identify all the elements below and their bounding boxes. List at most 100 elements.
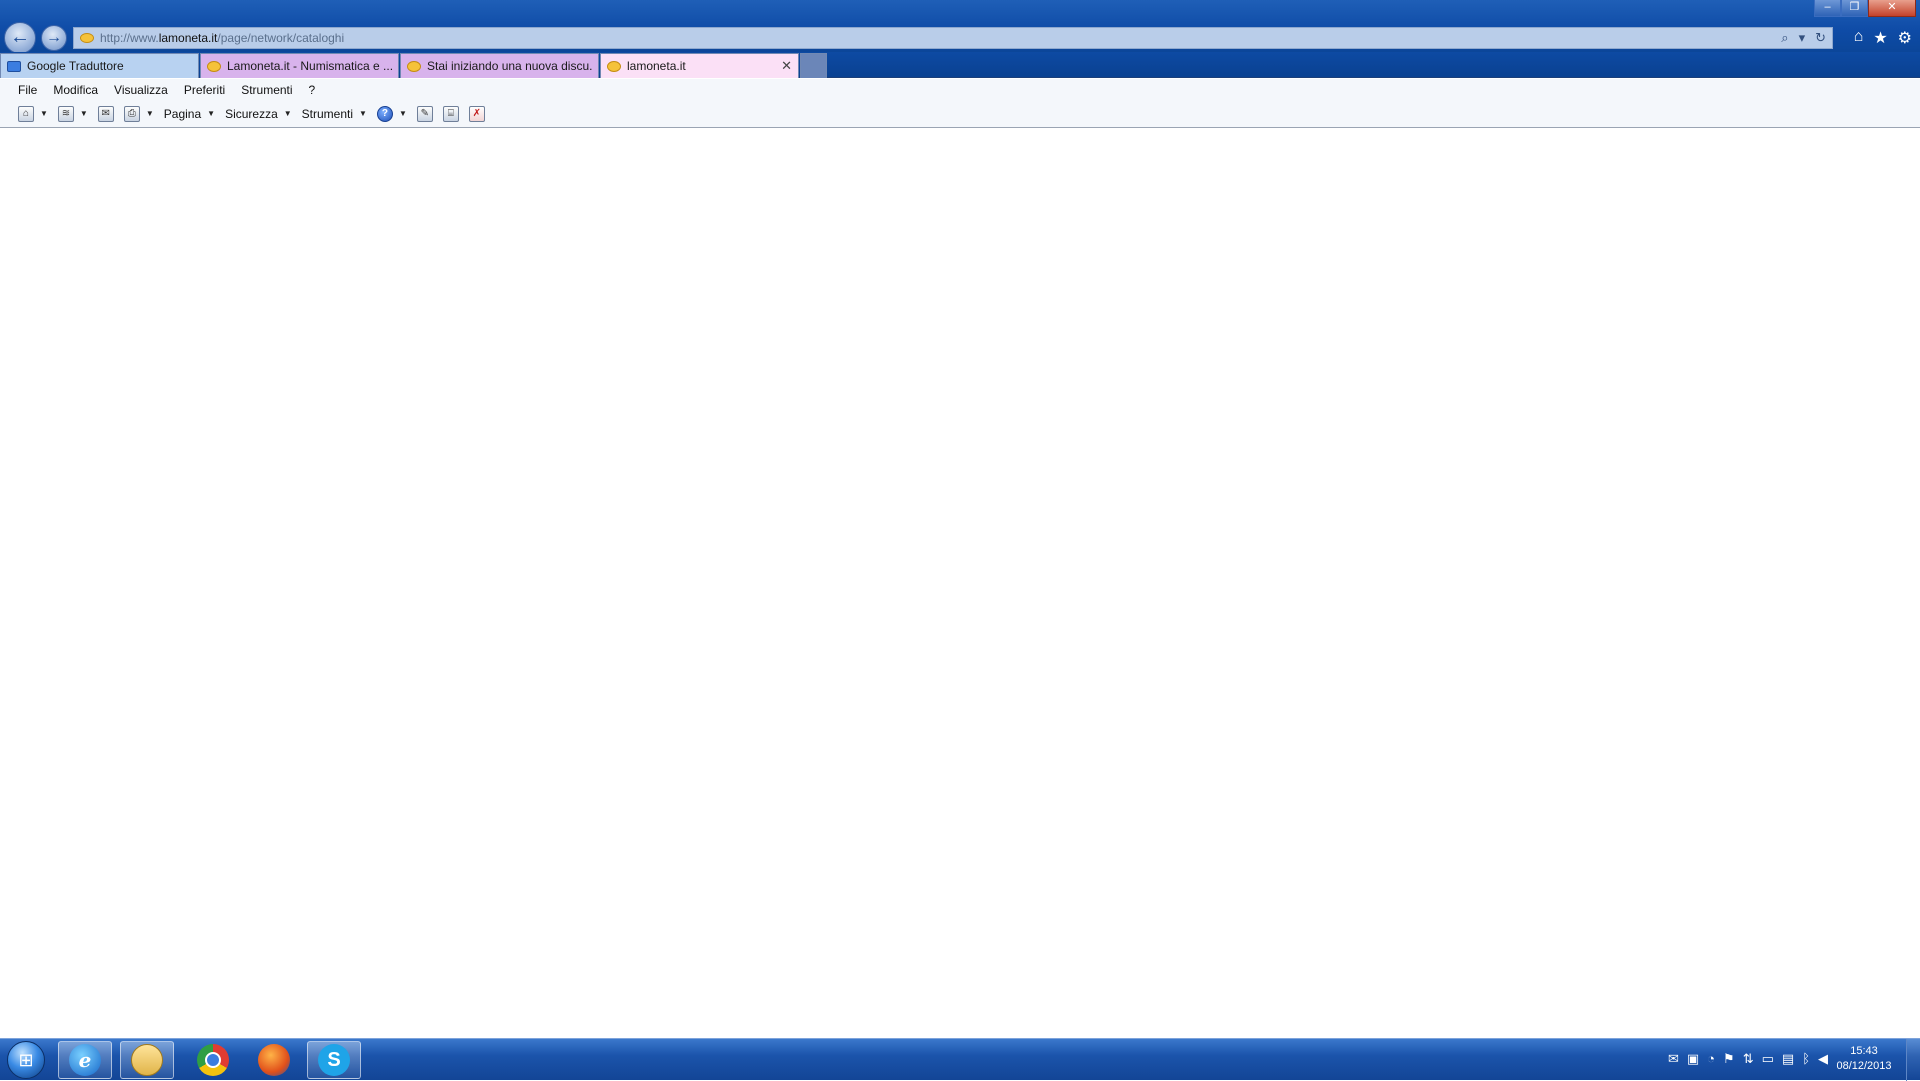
home-button[interactable]: ⌂ ▼: [18, 105, 48, 122]
chevron-down-icon: ▼: [207, 109, 216, 118]
tab-strip: Google Traduttore Lamoneta.it - Numismat…: [0, 52, 1920, 78]
settings-gear-icon[interactable]: ⚙: [1898, 28, 1912, 48]
tray-bluetooth-icon[interactable]: ᛒ: [1802, 1051, 1810, 1067]
favorites-star-icon[interactable]: ★: [1873, 28, 1887, 48]
back-button[interactable]: ←: [4, 22, 36, 54]
tab-lamoneta-numismatica[interactable]: Lamoneta.it - Numismatica e ...: [200, 53, 399, 78]
system-tray: ✉ ▣ ◔ ⚑ ⇅ ▭ ▤ ᛒ ◀: [1668, 1051, 1828, 1067]
research-icon: ✎: [416, 105, 433, 122]
url-host: lamoneta.it: [158, 31, 218, 45]
tab-lamoneta-active[interactable]: lamoneta.it ✕: [600, 53, 799, 78]
tab-label: Google Traduttore: [27, 59, 124, 73]
tray-action-center-icon[interactable]: ⚑: [1723, 1051, 1735, 1067]
windows-taskbar: ⊞ e S ✉ ▣ ◔ ⚑ ⇅ ▭ ▤ ᛒ ◀ 15:43 08/12/2013: [0, 1038, 1920, 1081]
page-content-area[interactable]: [0, 129, 1920, 1038]
chevron-down-icon: ▼: [359, 109, 367, 118]
page-menu-label: Pagina: [163, 106, 202, 121]
chevron-down-icon: ▼: [283, 109, 292, 118]
tab-label: Lamoneta.it - Numismatica e ...: [227, 59, 392, 73]
chrome-icon: [197, 1044, 229, 1076]
url-text[interactable]: http://www.lamoneta.it/page/network/cata…: [100, 31, 344, 45]
feeds-button[interactable]: ≋ ▼: [57, 105, 88, 122]
chevron-down-icon[interactable]: ▼: [399, 109, 407, 118]
tab-label: lamoneta.it: [627, 59, 686, 73]
security-menu-button[interactable]: Sicurezza ▼: [225, 107, 292, 121]
browser-toolbar-icons: ⌂ ★ ⚙: [1854, 28, 1912, 48]
skype-icon: S: [318, 1044, 350, 1076]
firefox-icon: [258, 1044, 290, 1076]
menu-bar: File Modifica Visualizza Preferiti Strum…: [0, 79, 1920, 100]
taskbar-windows-explorer[interactable]: [120, 1041, 174, 1079]
search-icon[interactable]: ⌕: [1781, 30, 1788, 46]
help-icon: ?: [376, 105, 393, 122]
lamoneta-icon: [407, 60, 421, 72]
mail-icon: ✉: [97, 105, 114, 122]
restore-button[interactable]: ❐: [1841, 0, 1868, 17]
tools-menu-button[interactable]: Strumenti ▼: [302, 107, 367, 121]
menu-favorites[interactable]: Preferiti: [184, 83, 225, 97]
chevron-down-icon[interactable]: ▼: [40, 109, 48, 118]
window-controls: – ❐ ✕: [1814, 0, 1916, 17]
address-dropdown-icon[interactable]: ▾: [1799, 30, 1806, 46]
taskbar-internet-explorer[interactable]: e: [58, 1041, 112, 1079]
tools-menu-label: Strumenti: [301, 106, 354, 121]
forward-button[interactable]: →: [41, 25, 67, 51]
menu-help[interactable]: ?: [309, 83, 316, 97]
tray-network-icon[interactable]: ▣: [1687, 1051, 1699, 1067]
print-button[interactable]: ⎙ ▼: [123, 105, 154, 122]
browser-title-bar: – ❐ ✕ ← → http://www.lamoneta.it/page/ne…: [0, 0, 1920, 54]
menu-edit[interactable]: Modifica: [53, 83, 98, 97]
translate-icon: ⌸: [442, 105, 459, 122]
tray-display-icon[interactable]: ▭: [1762, 1051, 1774, 1067]
chevron-down-icon[interactable]: ▼: [80, 109, 88, 118]
refresh-icon[interactable]: ↻: [1815, 30, 1826, 46]
feeds-icon: ≋: [57, 105, 74, 122]
taskbar-chrome[interactable]: [186, 1041, 240, 1079]
taskbar-skype[interactable]: S: [307, 1041, 361, 1079]
translate-button[interactable]: ⌸: [442, 105, 459, 122]
tray-sync-icon[interactable]: ⇅: [1743, 1051, 1754, 1067]
start-button[interactable]: ⊞: [7, 1041, 45, 1079]
tab-nuova-discussione[interactable]: Stai iniziando una nuova discu...: [400, 53, 599, 78]
address-tools: ⌕ ▾ ↻: [1781, 30, 1826, 46]
folder-icon: [131, 1044, 163, 1076]
close-tab-icon[interactable]: ✕: [781, 58, 792, 74]
new-tab-button[interactable]: [800, 53, 827, 78]
home-icon: ⌂: [18, 105, 34, 122]
tray-status-icon[interactable]: ◔: [1707, 1051, 1715, 1067]
internet-explorer-icon: e: [69, 1044, 101, 1076]
page-menu-button[interactable]: Pagina ▼: [164, 107, 215, 121]
minimize-button[interactable]: –: [1814, 0, 1841, 17]
show-desktop-button[interactable]: [1906, 1039, 1920, 1081]
command-bar: ⌂ ▼ ≋ ▼ ✉ ⎙ ▼ Pagina ▼ Sicurezza ▼ Strum…: [0, 100, 1920, 128]
menu-view[interactable]: Visualizza: [114, 83, 168, 97]
research-button[interactable]: ✎: [416, 105, 433, 122]
blocker-button[interactable]: ✗: [468, 105, 485, 122]
tray-devices-icon[interactable]: ▤: [1782, 1051, 1794, 1067]
clock-time: 15:43: [1850, 1045, 1878, 1057]
tray-volume-icon[interactable]: ◀: [1818, 1051, 1828, 1067]
taskbar-firefox[interactable]: [247, 1041, 301, 1079]
google-translate-icon: [7, 60, 21, 72]
clock-date: 08/12/2013: [1836, 1060, 1892, 1072]
url-prefix: http://www.: [100, 31, 159, 45]
printer-icon: ⎙: [123, 105, 140, 122]
address-bar[interactable]: http://www.lamoneta.it/page/network/cata…: [73, 27, 1833, 49]
close-window-button[interactable]: ✕: [1868, 0, 1916, 17]
url-path: /page/network/cataloghi: [217, 31, 345, 45]
taskbar-clock[interactable]: 15:43 08/12/2013: [1834, 1044, 1894, 1074]
menu-file[interactable]: File: [18, 83, 37, 97]
blocker-icon: ✗: [468, 105, 485, 122]
read-mail-button[interactable]: ✉: [97, 105, 114, 122]
lamoneta-icon: [607, 60, 621, 72]
tab-label: Stai iniziando una nuova discu...: [427, 59, 592, 73]
menu-tools[interactable]: Strumenti: [241, 83, 292, 97]
help-button[interactable]: ? ▼: [376, 105, 407, 122]
tray-mail-icon[interactable]: ✉: [1668, 1051, 1679, 1067]
security-menu-label: Sicurezza: [225, 106, 278, 121]
site-favicon-icon: [80, 33, 94, 43]
chevron-down-icon[interactable]: ▼: [146, 109, 154, 118]
home-icon[interactable]: ⌂: [1854, 28, 1864, 48]
tab-google-translate[interactable]: Google Traduttore: [0, 53, 199, 78]
lamoneta-icon: [207, 60, 221, 72]
